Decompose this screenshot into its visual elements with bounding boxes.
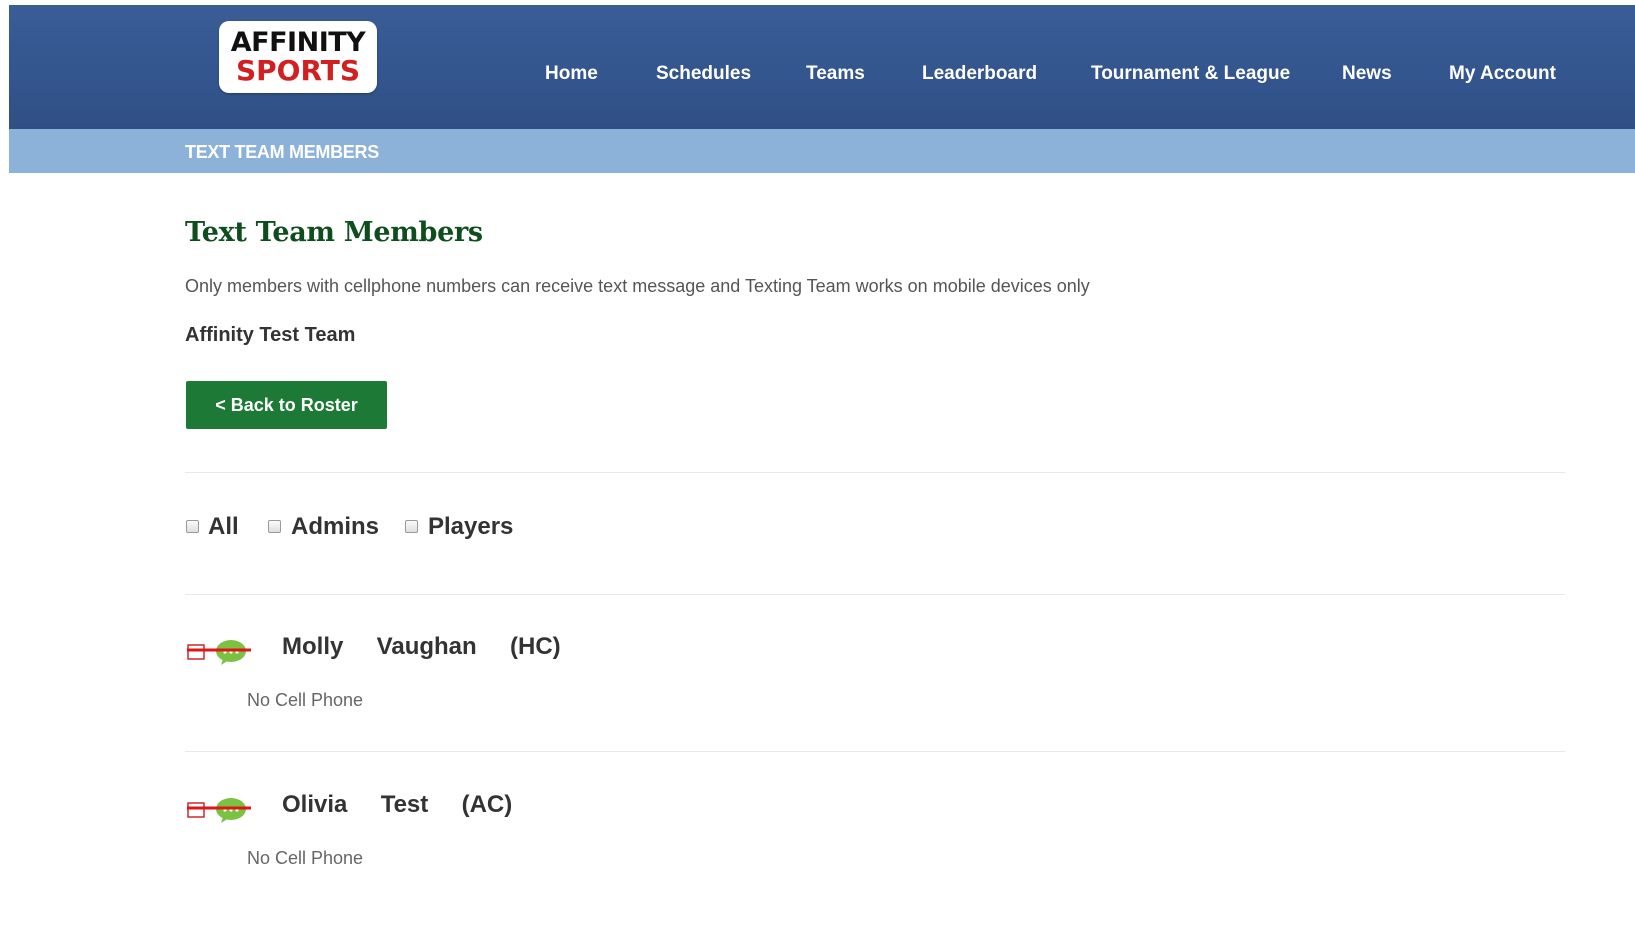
filter-admins-label: Admins (291, 513, 380, 540)
nav-tournament-league[interactable]: Tournament & League (1091, 63, 1290, 85)
nav-home[interactable]: Home (545, 63, 598, 85)
member-name: Molly Vaughan (HC) (282, 633, 561, 660)
page: AFFINITY SPORTS Home Schedules Teams Lea… (9, 5, 1635, 944)
main-nav: Home Schedules Teams Leaderboard Tournam… (9, 63, 1635, 93)
member-row: Molly Vaughan (HC) No Cell Phone (185, 631, 1565, 741)
member-phone-status: No Cell Phone (247, 848, 364, 868)
team-name: Affinity Test Team (185, 324, 356, 346)
member-row: Olivia Test (AC) No Cell Phone (185, 789, 1565, 899)
divider (185, 751, 1565, 752)
divider (185, 472, 1565, 473)
member-phone-status: No Cell Phone (247, 690, 364, 710)
nav-schedules[interactable]: Schedules (656, 63, 751, 85)
texting-notice: Only members with cellphone numbers can … (185, 276, 1090, 296)
site-header: AFFINITY SPORTS Home Schedules Teams Lea… (9, 5, 1635, 129)
member-name: Olivia Test (AC) (282, 791, 513, 818)
filter-players-label: Players (428, 513, 514, 540)
no-text-message-icon[interactable] (187, 793, 251, 823)
breadcrumb: TEXT TEAM MEMBERS (9, 129, 1635, 173)
page-title: Text Team Members (185, 217, 483, 248)
nav-leaderboard[interactable]: Leaderboard (922, 63, 1037, 85)
filter-players-checkbox[interactable] (405, 520, 418, 533)
divider (185, 594, 1565, 595)
back-to-roster-button[interactable]: < Back to Roster (186, 381, 387, 429)
filter-all-label: All (208, 513, 239, 540)
breadcrumb-current: TEXT TEAM MEMBERS (185, 142, 379, 162)
nav-my-account[interactable]: My Account (1449, 63, 1556, 85)
filter-admins-checkbox[interactable] (268, 520, 281, 533)
nav-teams[interactable]: Teams (806, 63, 865, 85)
filter-all-checkbox[interactable] (186, 520, 199, 533)
nav-news[interactable]: News (1342, 63, 1392, 85)
logo-line-1: AFFINITY (230, 27, 366, 58)
no-text-message-icon[interactable] (187, 635, 251, 665)
